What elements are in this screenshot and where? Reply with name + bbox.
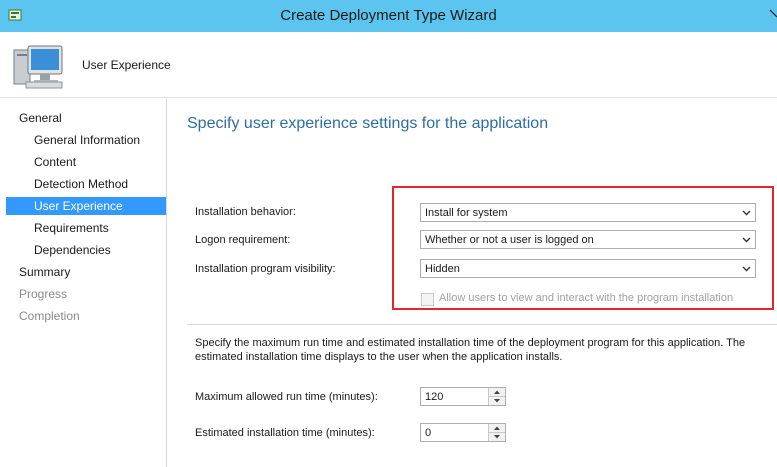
chevron-down-icon[interactable]: [489, 397, 505, 405]
chevron-down-icon[interactable]: [489, 433, 505, 441]
max-run-time-value: 120: [425, 391, 444, 403]
section-separator: [187, 324, 777, 325]
estimated-time-stepper[interactable]: 0: [420, 423, 506, 442]
nav-item-progress: Progress: [19, 287, 68, 301]
main-panel: Specify user experience settings for the…: [167, 98, 777, 467]
nav-item-general-information[interactable]: General Information: [6, 131, 166, 149]
stepper-buttons: [488, 424, 505, 441]
run-time-description: Specify the maximum run time and estimat…: [195, 337, 746, 363]
nav-item-user-experience[interactable]: User Experience: [6, 197, 166, 215]
max-run-time-label: Maximum allowed run time (minutes):: [195, 391, 378, 403]
estimated-time-label: Estimated installation time (minutes):: [195, 427, 375, 439]
nav-item-requirements[interactable]: Requirements: [6, 219, 166, 237]
logon-requirement-label: Logon requirement:: [195, 234, 291, 246]
page-title: User Experience: [82, 58, 171, 72]
nav-item-summary[interactable]: Summary: [6, 263, 166, 281]
installation-behavior-label: Installation behavior:: [195, 206, 296, 218]
chevron-up-icon[interactable]: [489, 388, 505, 397]
wizard-header: User Experience: [0, 32, 777, 98]
nav-item-completion: Completion: [19, 309, 80, 323]
computer-icon: [13, 45, 63, 89]
section-heading: Specify user experience settings for the…: [187, 115, 549, 132]
title-bar: Create Deployment Type Wizard: [0, 0, 777, 32]
close-icon[interactable]: [767, 0, 777, 32]
max-run-time-stepper[interactable]: 120: [420, 387, 506, 406]
highlight-box: [392, 186, 774, 310]
chevron-up-icon[interactable]: [489, 424, 505, 433]
estimated-time-value: 0: [425, 427, 432, 439]
program-visibility-label: Installation program visibility:: [195, 263, 336, 275]
stepper-buttons: [488, 388, 505, 405]
nav-item-content[interactable]: Content: [6, 153, 166, 171]
nav-item-general[interactable]: General: [6, 109, 166, 127]
window-title: Create Deployment Type Wizard: [280, 7, 497, 24]
nav-item-dependencies[interactable]: Dependencies: [6, 241, 166, 259]
wizard-nav: General General Information Content Dete…: [6, 98, 166, 467]
nav-item-detection-method[interactable]: Detection Method: [6, 175, 166, 193]
